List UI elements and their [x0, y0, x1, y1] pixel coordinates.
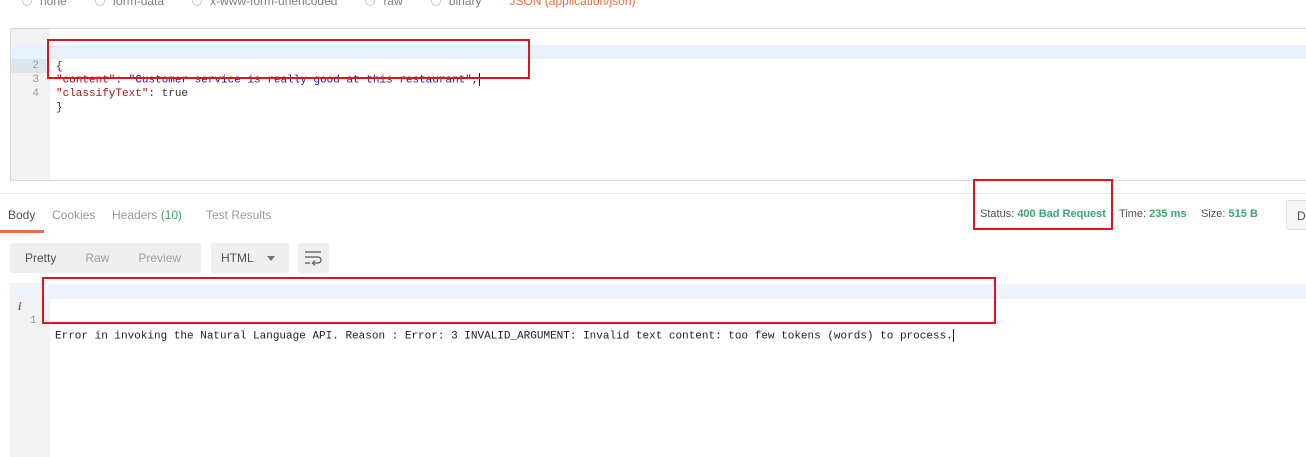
radio-icon [365, 0, 376, 6]
radio-urlencoded[interactable]: x-www-form-urlencoded [192, 0, 337, 8]
tab-headers[interactable]: Headers (10) [112, 208, 182, 222]
json-key: "classifyText" [56, 88, 149, 100]
tab-body[interactable]: Body [8, 208, 35, 222]
view-raw-button[interactable]: Raw [85, 251, 109, 265]
view-pretty-button[interactable]: Pretty [25, 251, 56, 265]
download-button[interactable]: Do [1286, 200, 1306, 230]
chevron-down-icon [267, 256, 275, 261]
response-error-text: Error in invoking the Natural Language A… [55, 330, 953, 343]
text-cursor [952, 329, 954, 342]
tab-test-results[interactable]: Test Results [206, 208, 271, 222]
view-preview-button[interactable]: Preview [138, 251, 181, 265]
radio-icon [94, 0, 105, 6]
radio-icon [22, 0, 32, 6]
time-value: 235 ms [1149, 208, 1187, 220]
radio-form-data[interactable]: form-data [94, 0, 164, 8]
radio-icon [430, 0, 441, 6]
tab-cookies[interactable]: Cookies [52, 208, 95, 222]
info-icon: i [18, 299, 22, 313]
radio-none[interactable]: none [22, 0, 67, 8]
size-indicator: Size: 515 B [1201, 208, 1258, 220]
wrap-lines-button[interactable] [298, 243, 329, 273]
size-value: 515 B [1228, 208, 1258, 220]
format-dropdown[interactable]: HTML [211, 243, 289, 273]
request-highlight-box [47, 39, 530, 79]
wrap-lines-icon [305, 251, 322, 266]
radio-raw[interactable]: raw [365, 0, 403, 8]
json-boolean-value: true [161, 88, 189, 100]
radio-binary[interactable]: binary [430, 0, 481, 8]
response-highlight-box [42, 277, 996, 324]
headers-count: (10) [160, 208, 183, 222]
active-tab-indicator [0, 230, 44, 233]
radio-icon [192, 0, 203, 6]
time-indicator: Time: 235 ms [1119, 208, 1187, 220]
view-mode-selector: Pretty Raw Preview [10, 243, 201, 273]
body-type-selector: none form-data x-www-form-urlencoded raw… [0, 0, 1306, 10]
content-type-dropdown[interactable]: JSON (application/json) [509, 0, 635, 8]
status-highlight-box [973, 179, 1113, 230]
